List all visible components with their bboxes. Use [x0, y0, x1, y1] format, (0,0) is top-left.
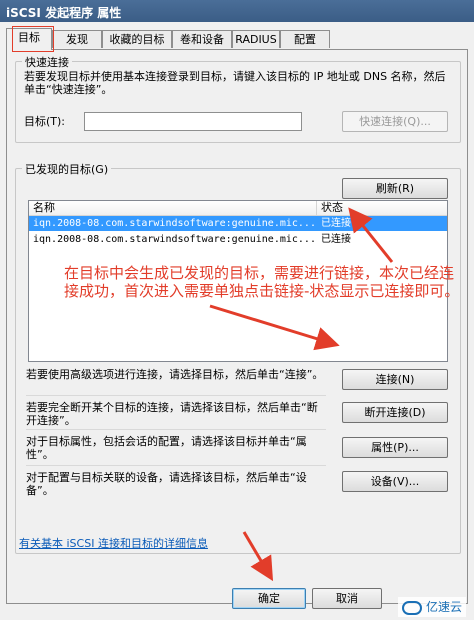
annotation-text: 在目标中会生成已发现的目标，需要进行链接，本次已经连接成功，首次进入需要单独点击…	[64, 264, 460, 300]
disconnect-hint: 若要完全断开某个目标的连接，请选择该目标，然后单击“断开连接”。	[26, 401, 318, 427]
devices-hint: 对于配置与目标关联的设备，请选择该目标，然后单击“设备”。	[26, 471, 307, 497]
target-row[interactable]: iqn.2008-08.com.starwindsoftware:genuine…	[29, 216, 447, 231]
target-status: 已连接	[321, 218, 351, 229]
tab-targets[interactable]: 目标	[6, 28, 52, 50]
watermark: 亿速云	[397, 597, 466, 617]
discovered-targets-title: 已发现的目标(G)	[22, 161, 112, 177]
divider	[26, 429, 326, 430]
divider	[26, 465, 326, 466]
column-name[interactable]: 名称	[29, 201, 317, 215]
list-header: 名称 状态	[29, 201, 447, 216]
devices-button[interactable]: 设备(V)...	[342, 471, 448, 492]
refresh-button[interactable]: 刷新(R)	[342, 178, 448, 199]
dialog-client: 目标 发现 收藏的目标 卷和设备 RADIUS 配置 快速连接 若要发现目标并使…	[0, 22, 474, 620]
title-bar: iSCSI 发起程序 属性	[0, 0, 474, 22]
watermark-text: 亿速云	[425, 600, 462, 614]
targets-panel: 快速连接 若要发现目标并使用基本连接登录到目标，请键入该目标的 IP 地址或 D…	[6, 49, 468, 604]
properties-button[interactable]: 属性(P)...	[342, 437, 448, 458]
disconnect-button[interactable]: 断开连接(D)	[342, 402, 448, 423]
column-status[interactable]: 状态	[317, 201, 447, 215]
target-status: 已连接	[321, 234, 351, 245]
target-name: iqn.2008-08.com.starwindsoftware:genuine…	[33, 234, 316, 245]
iscsi-properties-dialog: iSCSI 发起程序 属性 目标 发现 收藏的目标 卷和设备 RADIUS 配置…	[0, 0, 474, 620]
tab-volumes-devices[interactable]: 卷和设备	[172, 30, 232, 48]
properties-hint: 对于目标属性，包括会话的配置，请选择该目标并单击“属性”。	[26, 435, 307, 461]
target-input[interactable]	[84, 112, 302, 131]
quick-connect-description: 若要发现目标并使用基本连接登录到目标，请键入该目标的 IP 地址或 DNS 名称…	[24, 70, 446, 96]
target-row[interactable]: iqn.2008-08.com.starwindsoftware:genuine…	[29, 232, 447, 247]
tab-radius[interactable]: RADIUS	[232, 30, 280, 48]
connect-hint: 若要使用高级选项进行连接，请选择目标，然后单击“连接”。	[26, 368, 324, 381]
quick-connect-title: 快速连接	[22, 54, 72, 70]
tab-favorite-targets[interactable]: 收藏的目标	[102, 30, 172, 48]
quick-connect-button[interactable]: 快速连接(Q)...	[342, 111, 448, 132]
discovered-targets-group: 已发现的目标(G) 刷新(R) 名称 状态 iqn.2008-08.com.st…	[15, 161, 461, 554]
ok-button[interactable]: 确定	[232, 588, 306, 609]
cloud-logo-icon	[401, 600, 422, 615]
cancel-button[interactable]: 取消	[312, 588, 382, 609]
target-name: iqn.2008-08.com.starwindsoftware:genuine…	[33, 218, 316, 229]
window-title: iSCSI 发起程序 属性	[6, 6, 122, 20]
divider	[26, 395, 326, 396]
tab-configuration[interactable]: 配置	[280, 30, 330, 48]
tab-discovery[interactable]: 发现	[52, 30, 102, 48]
target-label: 目标(T):	[24, 115, 66, 128]
connect-button[interactable]: 连接(N)	[342, 369, 448, 390]
quick-connect-group: 快速连接 若要发现目标并使用基本连接登录到目标，请键入该目标的 IP 地址或 D…	[15, 54, 461, 143]
help-link[interactable]: 有关基本 iSCSI 连接和目标的详细信息	[19, 535, 208, 551]
